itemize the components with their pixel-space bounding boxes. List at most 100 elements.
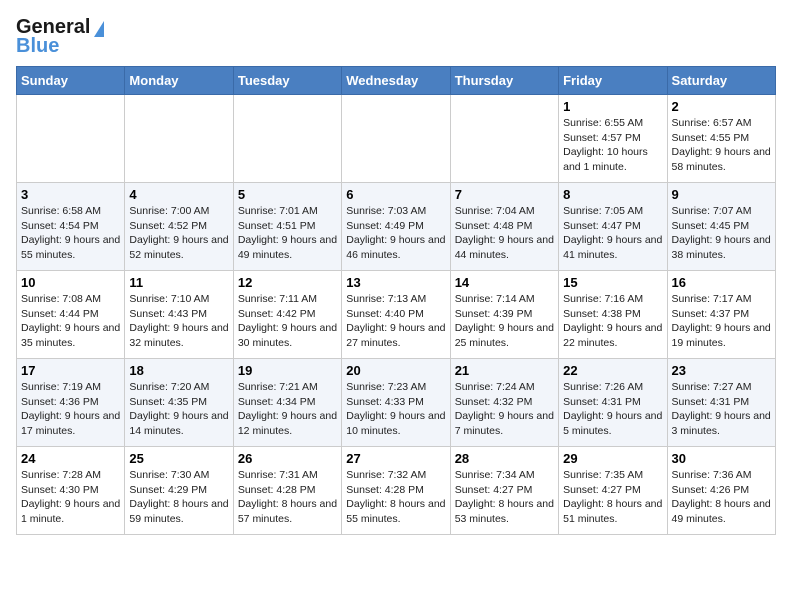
day-cell: 29Sunrise: 7:35 AM Sunset: 4:27 PM Dayli… (559, 447, 667, 535)
weekday-header-wednesday: Wednesday (342, 67, 450, 95)
day-number: 17 (21, 363, 120, 378)
day-cell (342, 95, 450, 183)
day-cell (450, 95, 558, 183)
day-cell: 19 Sunrise: 7:21 AM Sunset: 4:34 PM Dayli… (233, 359, 341, 447)
week-row-4: 17 Sunrise: 7:19 AM Sunset: 4:36 PM Dayli… (17, 359, 776, 447)
day-cell: 15 Sunrise: 7:16 AM Sunset: 4:38 PM Dayli… (559, 271, 667, 359)
day-number: 14 (455, 275, 554, 290)
day-number: 1 (563, 99, 662, 114)
day-number: 7 (455, 187, 554, 202)
day-info: Sunrise: 7:30 AM Sunset: 4:29 PM Dayligh… (129, 468, 228, 527)
day-cell: 4 Sunrise: 7:00 AM Sunset: 4:52 PM Daylig… (125, 183, 233, 271)
weekday-header-monday: Monday (125, 67, 233, 95)
week-row-3: 10 Sunrise: 7:08 AM Sunset: 4:44 PM Dayli… (17, 271, 776, 359)
day-info: Sunrise: 7:36 AM Sunset: 4:26 PM Dayligh… (672, 468, 771, 527)
day-cell: 27 Sunrise: 7:32 AM Sunset: 4:28 PM Dayli… (342, 447, 450, 535)
day-info: Sunrise: 7:17 AM Sunset: 4:37 PM Dayligh… (672, 292, 771, 351)
day-cell: 21Sunrise: 7:24 AM Sunset: 4:32 PM Dayli… (450, 359, 558, 447)
day-cell: 14Sunrise: 7:14 AM Sunset: 4:39 PM Dayli… (450, 271, 558, 359)
day-cell: 30 Sunrise: 7:36 AM Sunset: 4:26 PM Dayli… (667, 447, 775, 535)
day-info: Sunrise: 7:16 AM Sunset: 4:38 PM Dayligh… (563, 292, 662, 351)
day-info: Sunrise: 7:19 AM Sunset: 4:36 PM Dayligh… (21, 380, 120, 439)
day-info: Sunrise: 7:13 AM Sunset: 4:40 PM Dayligh… (346, 292, 445, 351)
day-info: Sunrise: 7:21 AM Sunset: 4:34 PM Dayligh… (238, 380, 337, 439)
day-number: 30 (672, 451, 771, 466)
day-cell: 8 Sunrise: 7:05 AM Sunset: 4:47 PM Daylig… (559, 183, 667, 271)
day-cell: 28 Sunrise: 7:34 AM Sunset: 4:27 PM Dayli… (450, 447, 558, 535)
day-number: 20 (346, 363, 445, 378)
day-info: Sunrise: 7:23 AM Sunset: 4:33 PM Dayligh… (346, 380, 445, 439)
day-cell: 12 Sunrise: 7:11 AM Sunset: 4:42 PM Dayli… (233, 271, 341, 359)
day-cell: 13 Sunrise: 7:13 AM Sunset: 4:40 PM Dayli… (342, 271, 450, 359)
day-info: Sunrise: 6:57 AM Sunset: 4:55 PM Dayligh… (672, 116, 771, 175)
weekday-header-saturday: Saturday (667, 67, 775, 95)
day-number: 29 (563, 451, 662, 466)
day-number: 15 (563, 275, 662, 290)
logo-blue: Blue (16, 35, 59, 58)
day-number: 26 (238, 451, 337, 466)
day-cell: 3 Sunrise: 6:58 AM Sunset: 4:54 PM Daylig… (17, 183, 125, 271)
day-cell: 24 Sunrise: 7:28 AM Sunset: 4:30 PM Dayli… (17, 447, 125, 535)
day-cell: 22 Sunrise: 7:26 AM Sunset: 4:31 PM Dayli… (559, 359, 667, 447)
day-number: 8 (563, 187, 662, 202)
weekday-header-sunday: Sunday (17, 67, 125, 95)
day-cell: 25 Sunrise: 7:30 AM Sunset: 4:29 PM Dayli… (125, 447, 233, 535)
day-info: Sunrise: 7:11 AM Sunset: 4:42 PM Dayligh… (238, 292, 337, 351)
day-number: 6 (346, 187, 445, 202)
day-number: 22 (563, 363, 662, 378)
day-cell: 9 Sunrise: 7:07 AM Sunset: 4:45 PM Daylig… (667, 183, 775, 271)
day-cell: 16Sunrise: 7:17 AM Sunset: 4:37 PM Dayli… (667, 271, 775, 359)
day-info: Sunrise: 7:28 AM Sunset: 4:30 PM Dayligh… (21, 468, 120, 527)
day-cell (125, 95, 233, 183)
weekday-header-tuesday: Tuesday (233, 67, 341, 95)
day-info: Sunrise: 7:20 AM Sunset: 4:35 PM Dayligh… (129, 380, 228, 439)
day-info: Sunrise: 7:05 AM Sunset: 4:47 PM Dayligh… (563, 204, 662, 263)
day-number: 28 (455, 451, 554, 466)
logo: General Blue (16, 16, 104, 58)
day-info: Sunrise: 7:03 AM Sunset: 4:49 PM Dayligh… (346, 204, 445, 263)
day-cell: 5Sunrise: 7:01 AM Sunset: 4:51 PM Daylig… (233, 183, 341, 271)
day-info: Sunrise: 6:55 AM Sunset: 4:57 PM Dayligh… (563, 116, 662, 175)
day-number: 9 (672, 187, 771, 202)
day-number: 25 (129, 451, 228, 466)
week-row-5: 24 Sunrise: 7:28 AM Sunset: 4:30 PM Dayli… (17, 447, 776, 535)
week-row-1: 1 Sunrise: 6:55 AM Sunset: 4:57 PM Daylig… (17, 95, 776, 183)
day-number: 27 (346, 451, 445, 466)
day-number: 5 (238, 187, 337, 202)
day-number: 13 (346, 275, 445, 290)
day-info: Sunrise: 7:24 AM Sunset: 4:32 PM Dayligh… (455, 380, 554, 439)
day-cell: 6 Sunrise: 7:03 AM Sunset: 4:49 PM Daylig… (342, 183, 450, 271)
logo-arrow-icon (94, 21, 104, 37)
day-cell: 18 Sunrise: 7:20 AM Sunset: 4:35 PM Dayli… (125, 359, 233, 447)
day-info: Sunrise: 7:04 AM Sunset: 4:48 PM Dayligh… (455, 204, 554, 263)
day-info: Sunrise: 7:32 AM Sunset: 4:28 PM Dayligh… (346, 468, 445, 527)
weekday-header-thursday: Thursday (450, 67, 558, 95)
day-number: 4 (129, 187, 228, 202)
day-info: Sunrise: 7:07 AM Sunset: 4:45 PM Dayligh… (672, 204, 771, 263)
day-info: Sunrise: 7:27 AM Sunset: 4:31 PM Dayligh… (672, 380, 771, 439)
day-number: 3 (21, 187, 120, 202)
day-number: 11 (129, 275, 228, 290)
day-cell: 17 Sunrise: 7:19 AM Sunset: 4:36 PM Dayli… (17, 359, 125, 447)
day-info: Sunrise: 6:58 AM Sunset: 4:54 PM Dayligh… (21, 204, 120, 263)
day-cell (233, 95, 341, 183)
day-cell (17, 95, 125, 183)
day-info: Sunrise: 7:34 AM Sunset: 4:27 PM Dayligh… (455, 468, 554, 527)
day-cell: 1 Sunrise: 6:55 AM Sunset: 4:57 PM Daylig… (559, 95, 667, 183)
day-number: 24 (21, 451, 120, 466)
day-info: Sunrise: 7:00 AM Sunset: 4:52 PM Dayligh… (129, 204, 228, 263)
page-header: General Blue (16, 16, 776, 58)
day-cell: 20 Sunrise: 7:23 AM Sunset: 4:33 PM Dayli… (342, 359, 450, 447)
day-info: Sunrise: 7:08 AM Sunset: 4:44 PM Dayligh… (21, 292, 120, 351)
day-cell: 10 Sunrise: 7:08 AM Sunset: 4:44 PM Dayli… (17, 271, 125, 359)
day-number: 19 (238, 363, 337, 378)
day-info: Sunrise: 7:10 AM Sunset: 4:43 PM Dayligh… (129, 292, 228, 351)
calendar-table: SundayMondayTuesdayWednesdayThursdayFrid… (16, 66, 776, 535)
day-number: 18 (129, 363, 228, 378)
day-info: Sunrise: 7:26 AM Sunset: 4:31 PM Dayligh… (563, 380, 662, 439)
day-cell: 26Sunrise: 7:31 AM Sunset: 4:28 PM Dayli… (233, 447, 341, 535)
day-number: 10 (21, 275, 120, 290)
day-number: 2 (672, 99, 771, 114)
day-number: 12 (238, 275, 337, 290)
day-cell: 2 Sunrise: 6:57 AM Sunset: 4:55 PM Daylig… (667, 95, 775, 183)
